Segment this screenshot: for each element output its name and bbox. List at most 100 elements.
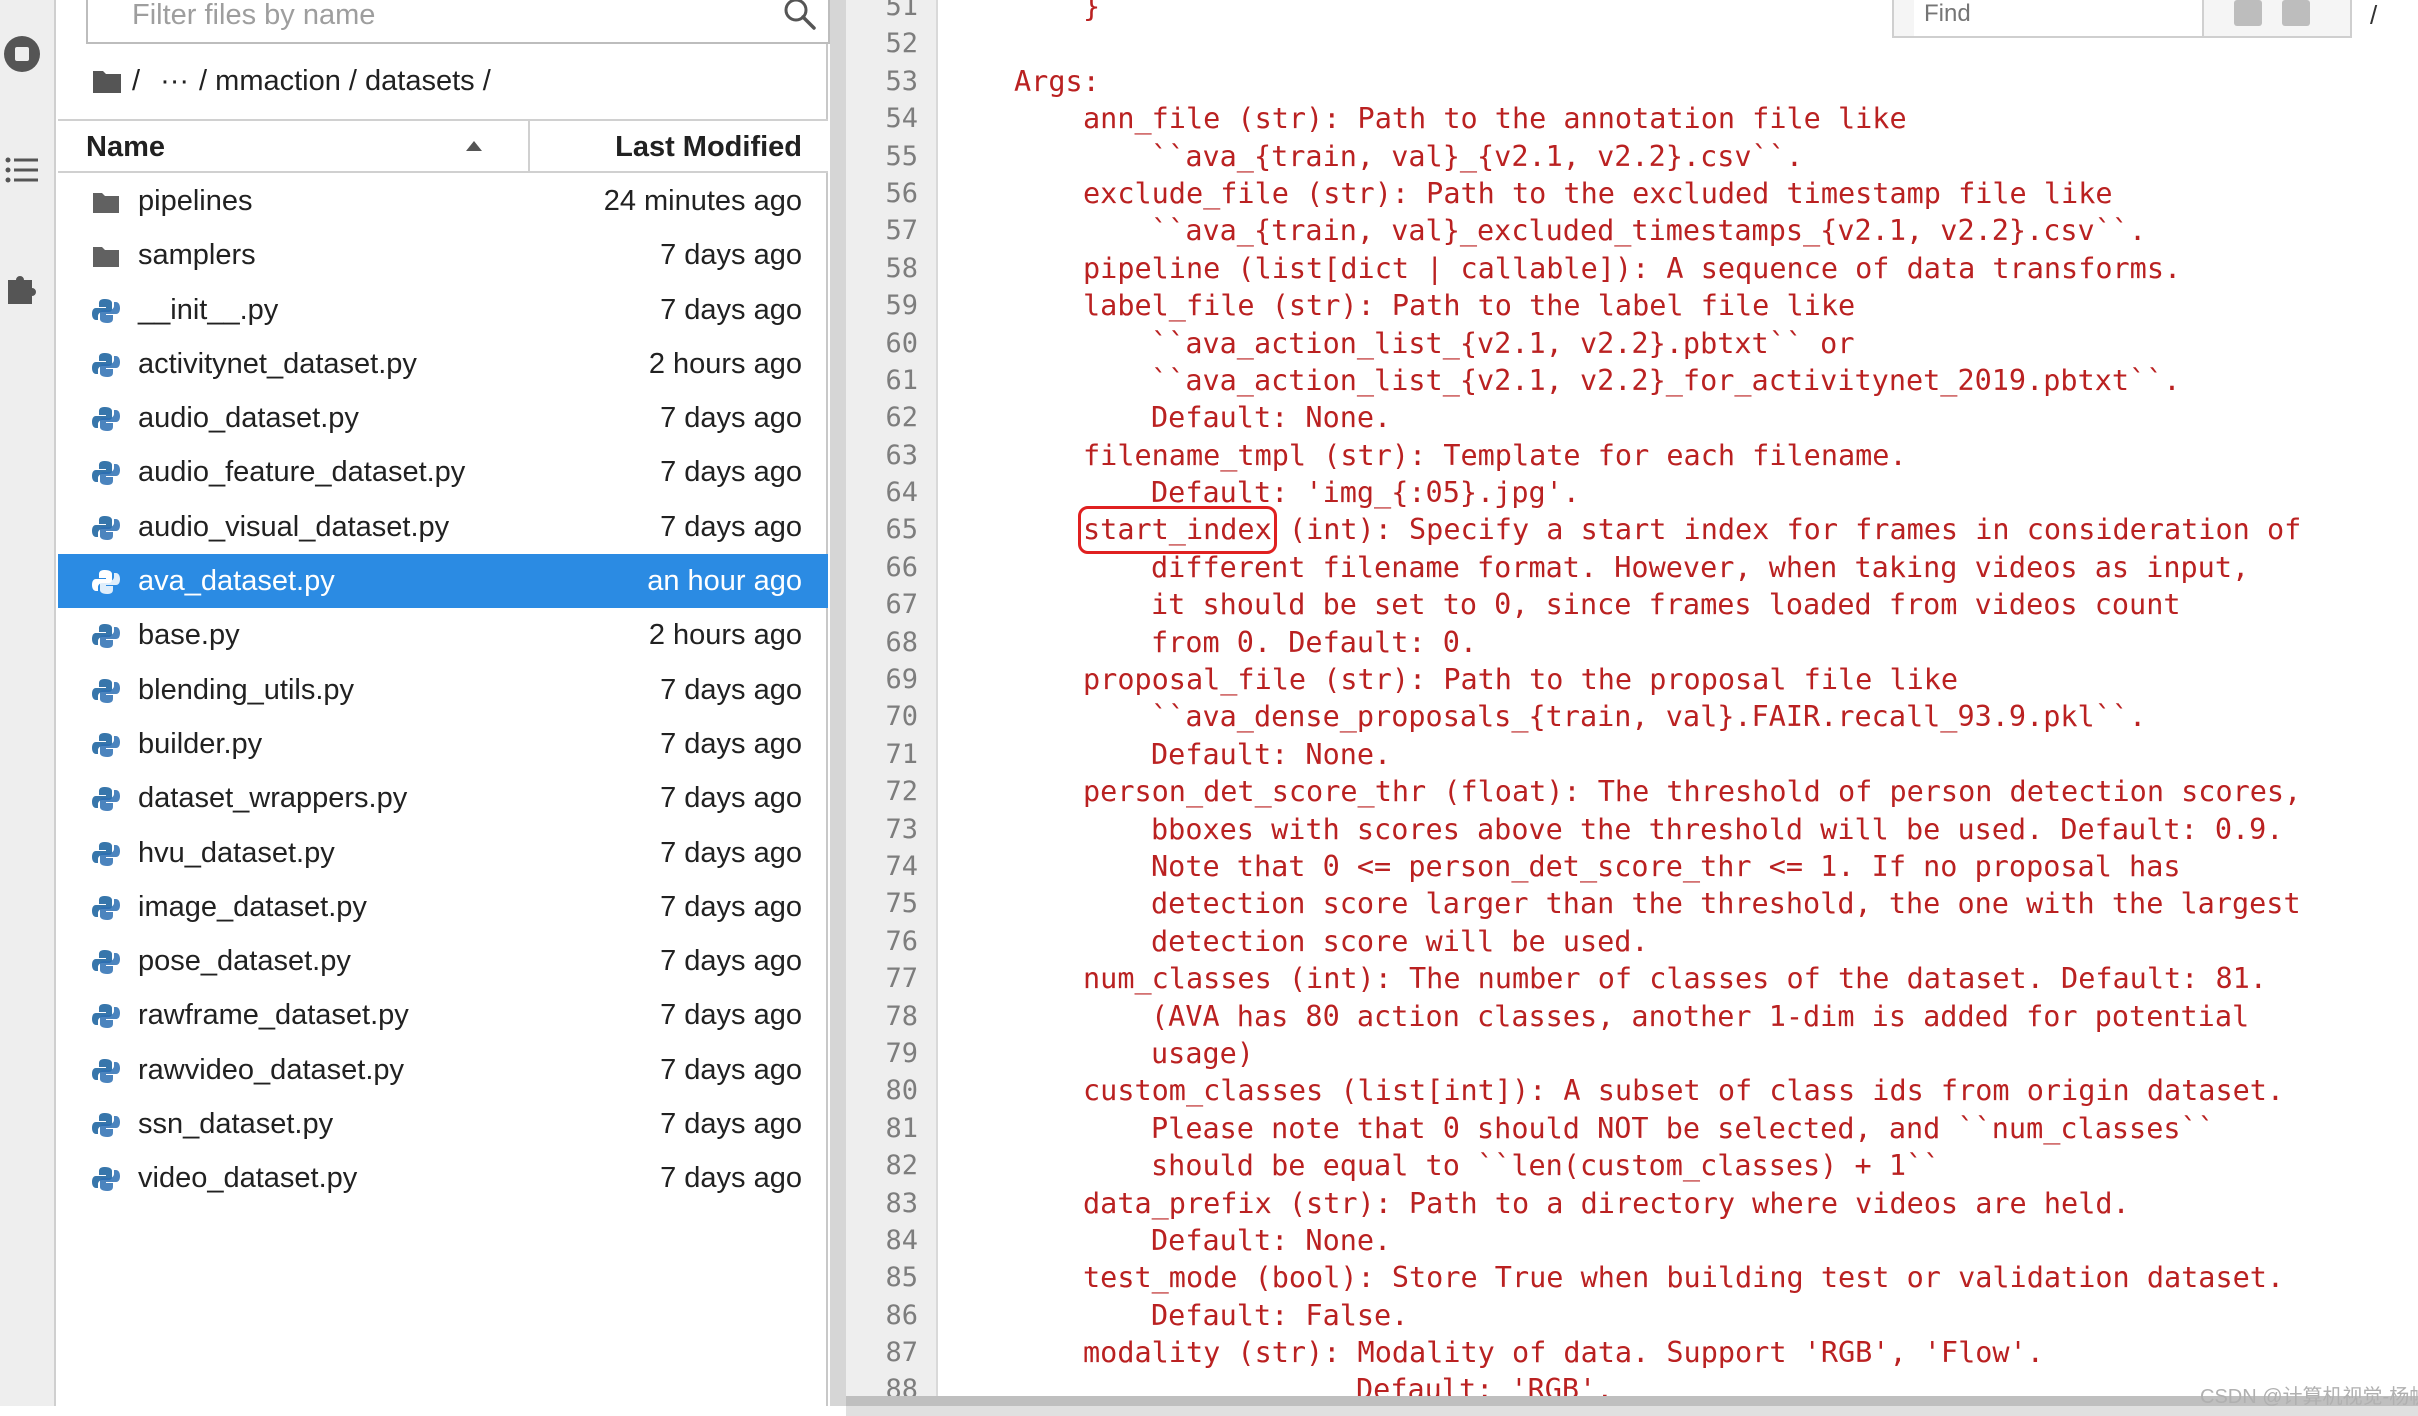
file-row[interactable]: builder.py 7 days ago [58,717,828,771]
code-line[interactable]: Args: [1014,63,2414,100]
code-line[interactable]: Default: None. [1014,736,2414,773]
python-file-icon [92,787,120,812]
code-content[interactable]: } Args: ann_file (str): Path to the annota… [1014,0,2414,1409]
python-file-icon [92,895,120,920]
code-line[interactable]: num_classes (int): The number of classes… [1014,960,2414,997]
column-header-last-modified[interactable]: Last Modified [615,121,802,173]
file-modified: 7 days ago [660,239,802,272]
table-of-contents-button[interactable] [0,148,44,192]
code-line[interactable]: ``ava_dense_proposals_{train, val}.FAIR.… [1014,698,2414,735]
file-row[interactable]: pipelines 24 minutes ago [58,174,828,228]
file-name: audio_visual_dataset.py [138,510,450,543]
code-line[interactable]: ``ava_action_list_{v2.1, v2.2}_for_activ… [1014,362,2414,399]
file-row[interactable]: rawframe_dataset.py 7 days ago [58,988,828,1042]
breadcrumb-ellipsis[interactable]: ··· [160,65,189,98]
sort-ascending-icon[interactable] [464,139,484,153]
file-name: blending_utils.py [138,673,355,706]
horizontal-scrollbar[interactable] [846,1396,2418,1416]
code-line[interactable]: ``ava_{train, val}_excluded_timestamps_{… [1014,212,2414,249]
code-line[interactable]: detection score will be used. [1014,923,2414,960]
python-file-icon [92,407,120,432]
breadcrumb-path[interactable]: / mmaction / datasets / [199,65,491,98]
code-line[interactable]: detection score larger than the threshol… [1014,885,2414,922]
find-input[interactable] [1914,0,2204,36]
code-line[interactable]: Default: 'img_{:05}.jpg'. [1014,474,2414,511]
regex-icon[interactable] [2282,0,2310,26]
file-row[interactable]: audio_feature_dataset.py 7 days ago [58,445,828,499]
file-name: pose_dataset.py [138,945,351,978]
python-file-icon [92,461,120,486]
code-line[interactable]: exclude_file (str): Path to the excluded… [1014,175,2414,212]
folder-icon[interactable] [92,68,122,94]
code-text: test_mode (bool): Store True when buildi… [1083,1261,2285,1295]
breadcrumb-root[interactable]: / [132,65,140,98]
file-row[interactable]: ssn_dataset.py 7 days ago [58,1097,828,1151]
code-line[interactable]: bboxes with scores above the threshold w… [1014,811,2414,848]
code-line[interactable]: Default: None. [1014,399,2414,436]
file-row[interactable]: audio_visual_dataset.py 7 days ago [58,500,828,554]
breadcrumb: / ··· / mmaction / datasets / [92,60,491,102]
file-row[interactable]: base.py 2 hours ago [58,608,828,662]
file-modified: 7 days ago [660,999,802,1032]
file-row[interactable]: blending_utils.py 7 days ago [58,663,828,717]
file-name: rawframe_dataset.py [138,999,409,1032]
code-line[interactable]: ann_file (str): Path to the annotation f… [1014,100,2414,137]
match-case-icon[interactable] [2234,0,2262,26]
code-line[interactable]: Note that 0 <= person_det_score_thr <= 1… [1014,848,2414,885]
find-close-button[interactable]: / [2370,0,2377,31]
code-line[interactable]: test_mode (bool): Store True when buildi… [1014,1259,2414,1296]
running-sessions-button[interactable] [0,32,44,76]
code-line[interactable]: filename_tmpl (str): Template for each f… [1014,437,2414,474]
line-number: 84 [885,1224,918,1256]
code-line[interactable]: Default: False. [1014,1297,2414,1334]
line-number: 87 [885,1337,918,1369]
file-row[interactable]: hvu_dataset.py 7 days ago [58,826,828,880]
filter-files-input[interactable] [86,0,830,44]
code-line[interactable]: ``ava_{train, val}_{v2.1, v2.2}.csv``. [1014,138,2414,175]
extension-manager-button[interactable] [0,264,44,308]
filter-box [86,0,860,44]
code-line[interactable]: it should be set to 0, since frames load… [1014,586,2414,623]
code-line[interactable]: custom_classes (list[int]): A subset of … [1014,1072,2414,1109]
file-row[interactable]: dataset_wrappers.py 7 days ago [58,771,828,825]
code-text: Note that 0 <= person_det_score_thr <= 1… [1151,849,2181,883]
code-line[interactable]: from 0. Default: 0. [1014,624,2414,661]
code-line[interactable]: should be equal to ``len(custom_classes)… [1014,1147,2414,1184]
panel-splitter[interactable] [830,0,846,1406]
code-line[interactable]: modality (str): Modality of data. Suppor… [1014,1334,2414,1371]
code-text: Default: None. [1151,1223,1392,1257]
code-line[interactable]: start_index (int): Specify a start index… [1014,506,2414,554]
code-line[interactable]: Default: None. [1014,1222,2414,1259]
code-text: Default: None. [1151,737,1392,771]
find-bar [1892,0,2352,38]
code-text: ``ava_dense_proposals_{train, val}.FAIR.… [1151,700,2147,734]
code-line[interactable]: Please note that 0 should NOT be selecte… [1014,1110,2414,1147]
code-line[interactable]: data_prefix (str): Path to a directory w… [1014,1185,2414,1222]
code-line[interactable]: (AVA has 80 action classes, another 1-di… [1014,998,2414,1035]
column-divider[interactable] [528,121,530,173]
scrollbar-thumb[interactable] [846,1396,2418,1406]
code-line[interactable]: person_det_score_thr (float): The thresh… [1014,773,2414,810]
code-line[interactable]: different filename format. However, when… [1014,549,2414,586]
file-row[interactable]: ava_dataset.py an hour ago [58,554,828,609]
code-line[interactable]: usage) [1014,1035,2414,1072]
file-row[interactable]: pose_dataset.py 7 days ago [58,934,828,988]
file-modified: 2 hours ago [648,347,802,380]
file-row[interactable]: activitynet_dataset.py 2 hours ago [58,337,828,391]
code-line[interactable]: pipeline (list[dict | callable]): A sequ… [1014,250,2414,287]
file-row[interactable]: samplers 7 days ago [58,228,828,282]
code-line[interactable]: proposal_file (str): Path to the proposa… [1014,661,2414,698]
file-row[interactable]: audio_dataset.py 7 days ago [58,391,828,445]
code-line[interactable]: label_file (str): Path to the label file… [1014,287,2414,324]
file-browser-panel: / ··· / mmaction / datasets / Name Last … [58,0,830,1406]
file-row[interactable]: __init__.py 7 days ago [58,283,828,337]
file-row[interactable]: image_dataset.py 7 days ago [58,880,828,934]
line-number: 64 [885,477,918,509]
file-row[interactable]: rawvideo_dataset.py 7 days ago [58,1043,828,1097]
line-number: 79 [885,1037,918,1069]
file-row[interactable]: video_dataset.py 7 days ago [58,1151,828,1205]
code-line[interactable]: ``ava_action_list_{v2.1, v2.2}.pbtxt`` o… [1014,325,2414,362]
file-modified: 7 days ago [660,945,802,978]
search-icon[interactable] [782,0,818,32]
column-header-name[interactable]: Name [86,121,165,173]
